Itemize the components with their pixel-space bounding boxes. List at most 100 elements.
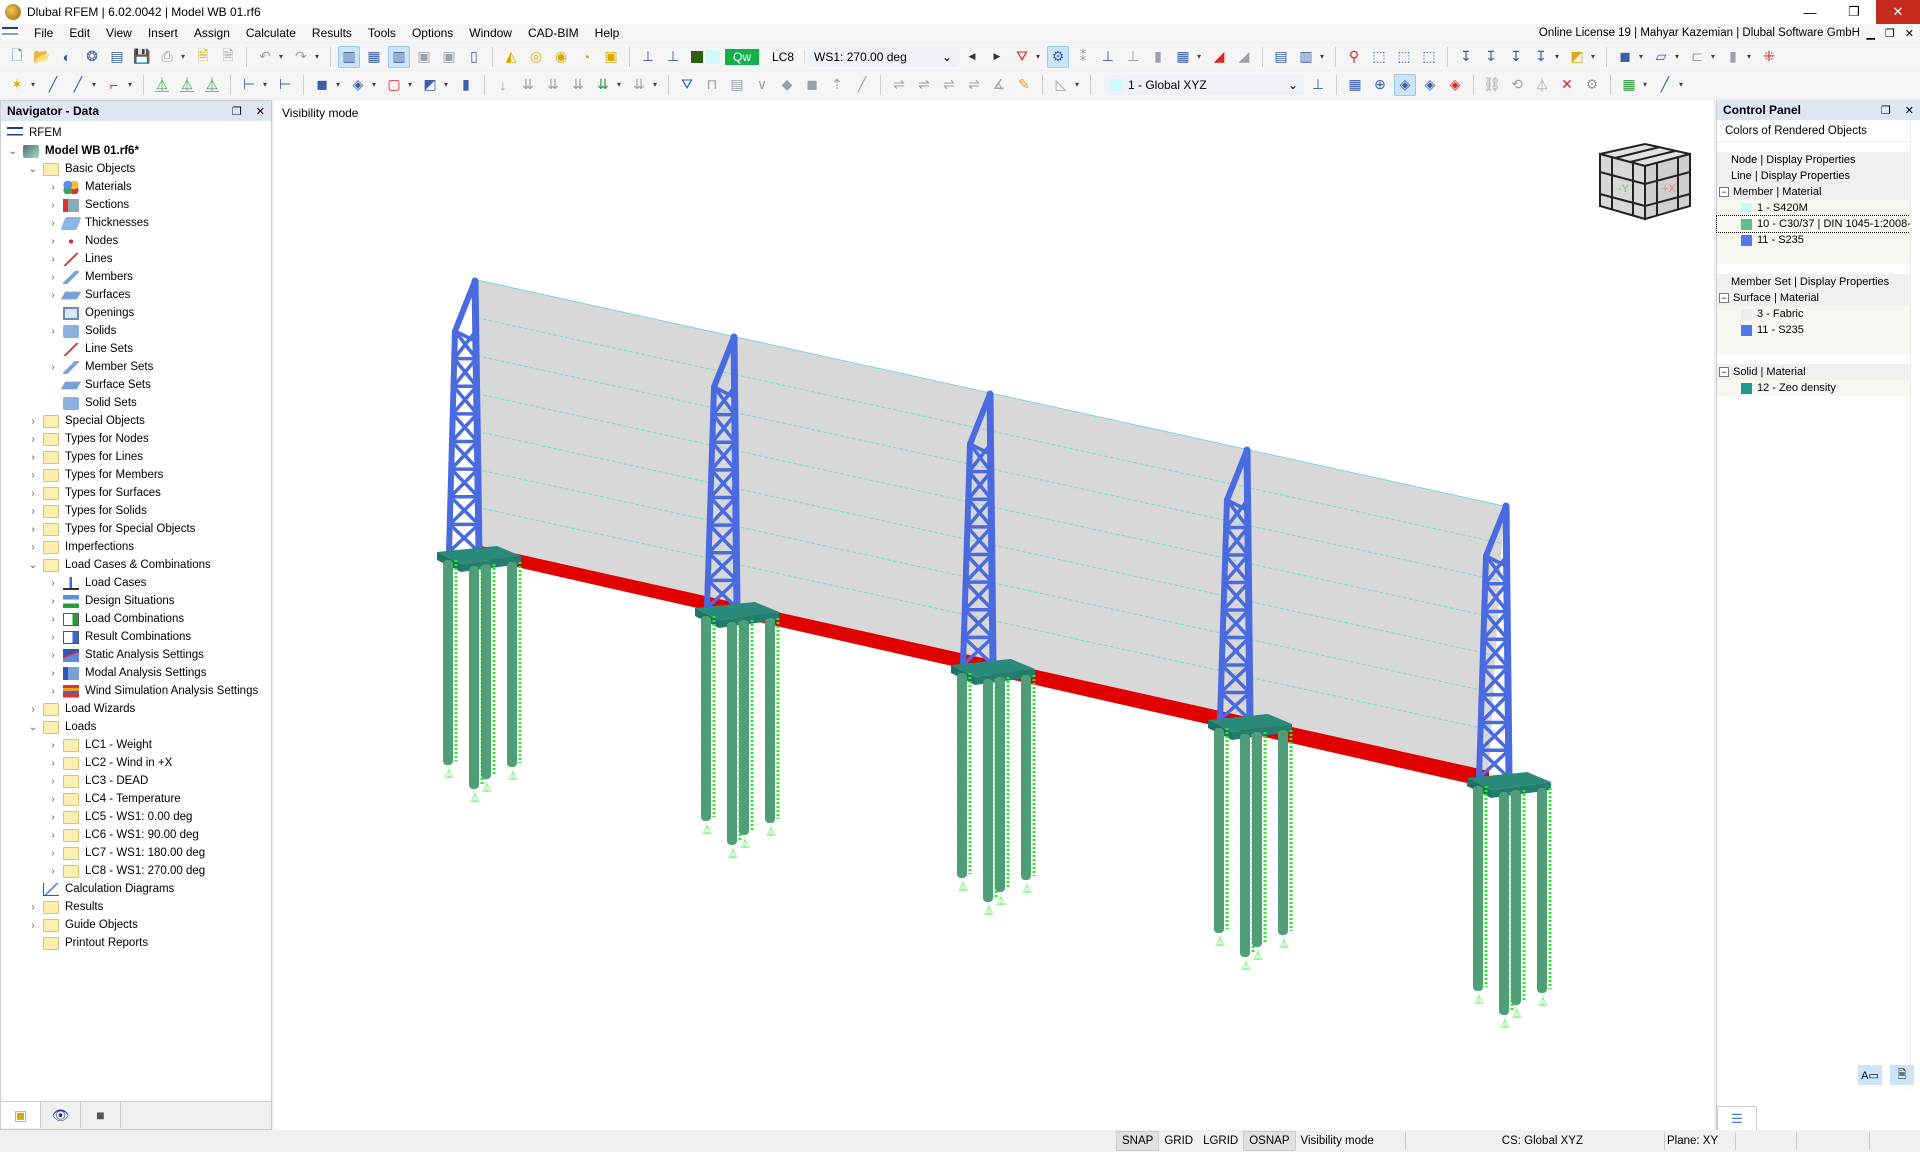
chevron-right-icon[interactable]: › [47,650,59,661]
pile[interactable] [1214,728,1224,933]
status-snap[interactable]: SNAP [1116,1131,1160,1151]
model-3d-view[interactable]: ⏅⏅⏅⏅⏅⏅⏅⏅⏅⏅⏅⏅⏅⏅⏅⏅⏅⏅⏅⏅ [274,100,1714,1130]
menu-window[interactable]: Window [461,26,520,40]
new-opening-icon[interactable]: ◩ [419,74,441,96]
save-icon[interactable]: 💾 [131,46,153,68]
menu-insert[interactable]: Insert [140,26,186,40]
chevron-right-icon[interactable]: › [27,920,39,931]
pile[interactable] [957,673,967,878]
tree-item[interactable]: ⌄ Model WB 01.rf6* [7,142,139,160]
pile-tip-support-icon[interactable]: ⏅ [1241,959,1251,972]
result-diagram-icon[interactable]: ◢ [1208,46,1230,68]
reaction-values-icon[interactable]: ⊥ [1122,46,1144,68]
color-settings-icon[interactable]: A▭ [1858,1065,1882,1085]
result-grid-icon[interactable]: ▦ [1172,46,1194,68]
pile[interactable] [481,564,491,779]
pile-tip-support-icon[interactable]: ⏅ [482,781,492,794]
snap-point-icon[interactable]: ⊕ [1369,74,1391,96]
select-box-icon[interactable]: ▣ [600,46,622,68]
restore-button[interactable]: ❐ [1832,0,1876,24]
pile-tip-support-icon[interactable]: ⏅ [470,791,480,804]
view-minus-x-icon[interactable]: ↧ [1530,46,1552,68]
tree-item[interactable]: ⌄ Loads [27,718,96,736]
legend-item[interactable]: 11 - S235 [1717,232,1910,248]
pile-tip-support-icon[interactable]: ⏅ [1022,882,1032,895]
align-4-icon[interactable]: ⇌ [963,74,985,96]
export-legend-icon[interactable]: 🗎 [1890,1065,1914,1085]
solid-result-icon[interactable]: ◼ [801,74,823,96]
pile[interactable] [739,620,749,835]
legend-header[interactable]: Node | Display Properties [1717,152,1910,168]
tree-item[interactable]: › Result Combinations [47,628,191,646]
color-swatch[interactable] [1741,234,1752,246]
dimension-x-icon[interactable]: ⊢ [238,74,260,96]
animation-icon[interactable]: ▤ [1270,46,1292,68]
chevron-right-icon[interactable]: › [47,812,59,823]
legend-group[interactable]: − Solid | Material [1717,364,1910,380]
frame-icon[interactable]: ⊓ [701,74,723,96]
chevron-right-icon[interactable]: › [47,290,59,301]
legend-group[interactable]: − Surface | Material [1717,290,1910,306]
render-solid-icon[interactable]: ◼ [1614,46,1636,68]
menu-file[interactable]: File [26,26,61,40]
rotate-icon[interactable]: ⟲ [1506,74,1528,96]
pile-tip-support-icon[interactable]: ⏅ [1500,1017,1510,1030]
menu-assign[interactable]: Assign [186,26,238,40]
tree-item[interactable]: › LC5 - WS1: 0.00 deg [47,808,192,826]
tree-item[interactable]: › Load Wizards [27,700,135,718]
chevron-right-icon[interactable]: › [27,524,39,535]
tree-item[interactable]: ⌄ Load Cases & Combinations [27,556,211,574]
close-panel-icon[interactable]: ✕ [1905,104,1914,117]
chevron-down-icon[interactable]: ⌄ [27,722,39,733]
chevron-right-icon[interactable]: › [47,326,59,337]
tree-item[interactable]: › Members [47,268,133,286]
tree-item[interactable]: › Lines [47,250,113,268]
result-values-icon[interactable]: ⁑ [1072,46,1094,68]
tree-item[interactable]: Solid Sets [47,394,137,412]
tree-item[interactable]: › Types for Surfaces [27,484,161,502]
float-panel-icon[interactable]: ❐ [1881,104,1891,117]
menu-tools[interactable]: Tools [360,26,404,40]
load-case-select[interactable]: WS1: 270.00 deg ⌄ [808,46,959,67]
pile-tip-support-icon[interactable]: ⏅ [766,825,776,838]
chevron-right-icon[interactable]: › [47,596,59,607]
properties-icon[interactable]: ▯ [463,46,485,68]
tree-item[interactable]: › Load Cases [47,574,146,592]
tree-item[interactable]: Printout Reports [27,934,148,952]
chevron-right-icon[interactable]: › [27,452,39,463]
dimension-xx-icon[interactable]: ⊢ [274,74,296,96]
result-diagram-values-icon[interactable]: ◢ [1233,46,1255,68]
report-icon[interactable]: 🗎 [192,46,214,68]
pile[interactable] [1278,730,1288,935]
minimize-button[interactable]: — [1788,0,1832,24]
tree-item[interactable]: › Thicknesses [47,214,149,232]
tree-item[interactable]: › Solids [47,322,116,340]
table-edit-icon[interactable]: ▦ [1618,74,1640,96]
chevron-right-icon[interactable]: › [47,362,59,373]
tree-item[interactable]: › Design Situations [47,592,175,610]
status-lgrid[interactable]: LGRID [1198,1131,1243,1151]
chevron-right-icon[interactable]: › [27,902,39,913]
tree-item[interactable]: › Wind Simulation Analysis Settings [47,682,258,700]
tree-item[interactable]: › LC7 - WS1: 180.00 deg [47,844,205,862]
load-case-prev-icon[interactable]: ⊥ [637,46,659,68]
tree-item[interactable]: › Member Sets [47,358,153,376]
chevron-right-icon[interactable]: › [47,758,59,769]
load-case-next-icon[interactable]: ⊥ [662,46,684,68]
chevron-down-icon[interactable]: ▾ [181,52,189,61]
load-solid-icon[interactable]: ⇊ [628,74,650,96]
legend-header[interactable]: Line | Display Properties [1717,168,1910,184]
grid-icon[interactable]: ▦ [1344,74,1366,96]
pile[interactable] [507,562,517,767]
print-icon[interactable]: ⎙ [156,46,178,68]
pile[interactable] [701,616,711,821]
chevron-right-icon[interactable]: › [27,704,39,715]
document-icon[interactable]: 🗎 [217,46,239,68]
new-surface-icon[interactable]: ◈ [347,74,369,96]
close-panel-icon[interactable]: ✕ [256,105,265,118]
menu-cad-bim[interactable]: CAD-BIM [520,26,587,40]
tree-item[interactable]: › Imperfections [27,538,134,556]
snap-object-icon[interactable]: ◈ [1394,73,1416,96]
chevron-right-icon[interactable]: › [47,632,59,643]
delete-x-icon[interactable]: ✕ [1556,74,1578,96]
